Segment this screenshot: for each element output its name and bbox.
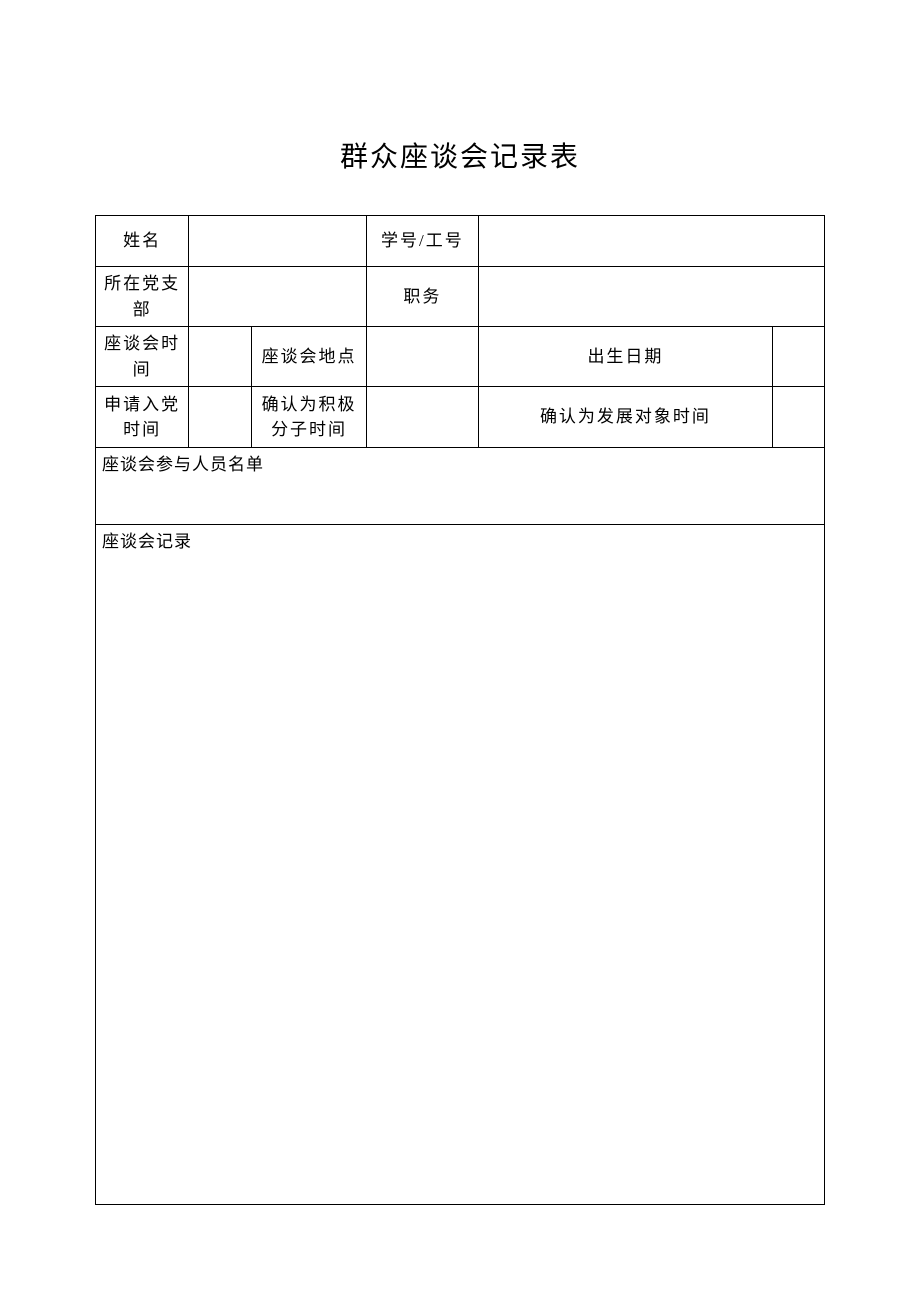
row-meeting-info: 座谈会时间 座谈会地点 出生日期 (96, 327, 825, 387)
value-activist-time[interactable] (367, 387, 479, 448)
minutes-cell[interactable]: 座谈会记录 (96, 525, 825, 1205)
label-position: 职务 (367, 267, 479, 327)
label-activist-time: 确认为积极分子时间 (251, 387, 366, 448)
label-meeting-place: 座谈会地点 (251, 327, 366, 387)
value-dev-target-time[interactable] (773, 387, 825, 448)
form-title: 群众座谈会记录表 (95, 135, 825, 175)
row-apply-info: 申请入党时间 确认为积极分子时间 确认为发展对象时间 (96, 387, 825, 448)
value-meeting-place[interactable] (367, 327, 479, 387)
row-name: 姓名 学号/工号 (96, 216, 825, 267)
value-position[interactable] (478, 267, 824, 327)
label-meeting-time: 座谈会时间 (96, 327, 189, 387)
value-meeting-time[interactable] (189, 327, 252, 387)
record-table: 姓名 学号/工号 所在党支部 职务 座谈会时间 座谈会地点 出生日期 申请入党时… (95, 215, 825, 1205)
label-participants: 座谈会参与人员名单 (102, 455, 264, 474)
label-apply-time: 申请入党时间 (96, 387, 189, 448)
label-student-id: 学号/工号 (367, 216, 479, 267)
value-branch[interactable] (189, 267, 367, 327)
value-student-id[interactable] (478, 216, 824, 267)
label-minutes: 座谈会记录 (102, 532, 192, 551)
value-name[interactable] (189, 216, 367, 267)
value-apply-time[interactable] (189, 387, 252, 448)
participants-cell[interactable]: 座谈会参与人员名单 (96, 448, 825, 525)
value-birth-date[interactable] (773, 327, 825, 387)
row-branch: 所在党支部 职务 (96, 267, 825, 327)
row-participants: 座谈会参与人员名单 (96, 448, 825, 525)
label-name: 姓名 (96, 216, 189, 267)
label-birth-date: 出生日期 (478, 327, 773, 387)
label-dev-target-time: 确认为发展对象时间 (478, 387, 773, 448)
label-branch: 所在党支部 (96, 267, 189, 327)
row-minutes: 座谈会记录 (96, 525, 825, 1205)
